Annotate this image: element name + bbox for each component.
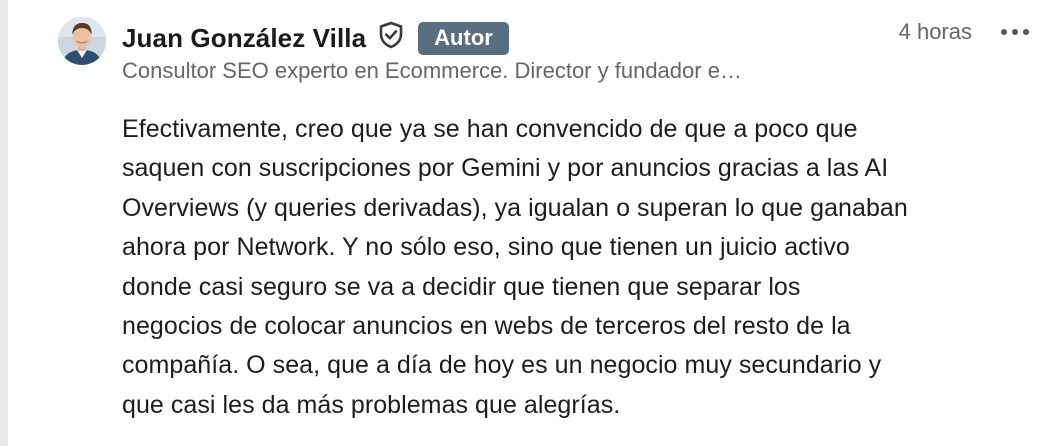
author-badge: Autor <box>418 21 509 55</box>
author-name[interactable]: Juan González Villa <box>122 23 366 54</box>
comment-body-line: donde casi seguro se va a decidir que ti… <box>122 272 801 301</box>
thread-line <box>0 0 8 446</box>
avatar[interactable] <box>58 17 106 65</box>
avatar-photo <box>58 17 106 65</box>
author-row: Juan González Villa Autor <box>122 20 509 56</box>
ellipsis-icon <box>1001 29 1029 35</box>
comment-body-line: compañía. O sea, que a día de hoy es un … <box>122 351 882 380</box>
comment-header: Juan González Villa Autor Consultor SEO … <box>122 16 1052 90</box>
author-headline: Consultor SEO experto en Ecommerce. Dire… <box>122 58 742 83</box>
comment-body-line: que casi les da más problemas que alegrí… <box>122 390 621 419</box>
more-options-button[interactable] <box>998 18 1032 46</box>
comment-body-line: saquen con suscripciones por Gemini y po… <box>122 154 889 183</box>
timestamp: 4 horas <box>898 19 972 44</box>
comment-body-line: Overviews (y queries derivadas), ya igua… <box>122 193 908 222</box>
comment-body-line: ahora por Network. Y no sólo eso, sino q… <box>122 233 850 262</box>
comment-body-line: negocios de colocar anuncios en webs de … <box>122 312 851 341</box>
comment-meta: 4 horas <box>899 18 1032 46</box>
shield-check-icon <box>378 21 404 49</box>
comment-body: Efectivamente, creo que ya se han conven… <box>122 110 1022 425</box>
comment: Juan González Villa Autor Consultor SEO … <box>56 16 1052 446</box>
comment-body-line: Efectivamente, creo que ya se han conven… <box>122 115 858 143</box>
